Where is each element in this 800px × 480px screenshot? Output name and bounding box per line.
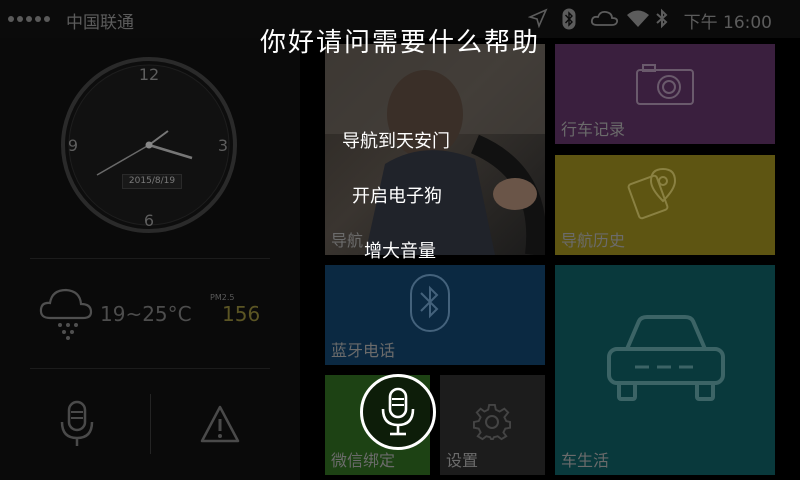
vertical-divider: [150, 394, 151, 454]
gear-icon: [473, 403, 511, 441]
tile-label-bluetooth-phone: 蓝牙电话: [331, 341, 396, 360]
cloud-snow-icon: [39, 288, 93, 340]
pm25-label: PM2.5: [210, 293, 235, 302]
voice-prompt: 你好请问需要什么帮助: [259, 28, 540, 58]
tile-label-drive-record: 行车记录: [561, 120, 626, 139]
clock-numeral-3: 3: [218, 136, 228, 155]
analog-clock: 12 3 6 9: [61, 57, 237, 233]
voice-mic-button[interactable]: [360, 374, 436, 450]
tile-label-nav-history: 导航历史: [561, 231, 626, 250]
tile-settings[interactable]: 设置: [440, 375, 545, 475]
map-pin-note-icon: [627, 167, 677, 220]
tile-nav-history[interactable]: 导航历史: [555, 155, 775, 255]
voice-suggestion[interactable]: 导航到天安门: [342, 127, 450, 153]
bluetooth-icon: [410, 274, 450, 332]
car-icon: [607, 315, 725, 401]
tile-bluetooth-phone[interactable]: 蓝牙电话: [325, 265, 545, 365]
clock-numeral-12: 12: [139, 65, 159, 84]
divider: [30, 258, 270, 259]
weather-temperature: 19~25°C: [100, 302, 192, 326]
clock-numeral-9: 9: [68, 136, 78, 155]
pm25-value: 156: [222, 302, 261, 326]
divider: [30, 368, 270, 369]
microphone-icon: [381, 387, 415, 436]
tile-drive-record[interactable]: 行车记录: [555, 44, 775, 144]
clock-date: 2015/8/19: [122, 174, 182, 189]
camera-icon: [636, 64, 694, 105]
tile-label-car-life: 车生活: [561, 451, 610, 470]
microphone-icon[interactable]: [58, 400, 96, 448]
voice-suggestion[interactable]: 开启电子狗: [352, 182, 442, 208]
tile-label-wechat-bind: 微信绑定: [331, 451, 396, 470]
warning-icon[interactable]: [199, 404, 241, 444]
tile-label-navigation: 导航: [331, 231, 364, 250]
tile-car-life[interactable]: 车生活: [555, 265, 775, 475]
tile-label-settings: 设置: [446, 451, 479, 470]
voice-suggestion[interactable]: 增大音量: [364, 237, 436, 263]
clock-numeral-6: 6: [144, 211, 154, 230]
